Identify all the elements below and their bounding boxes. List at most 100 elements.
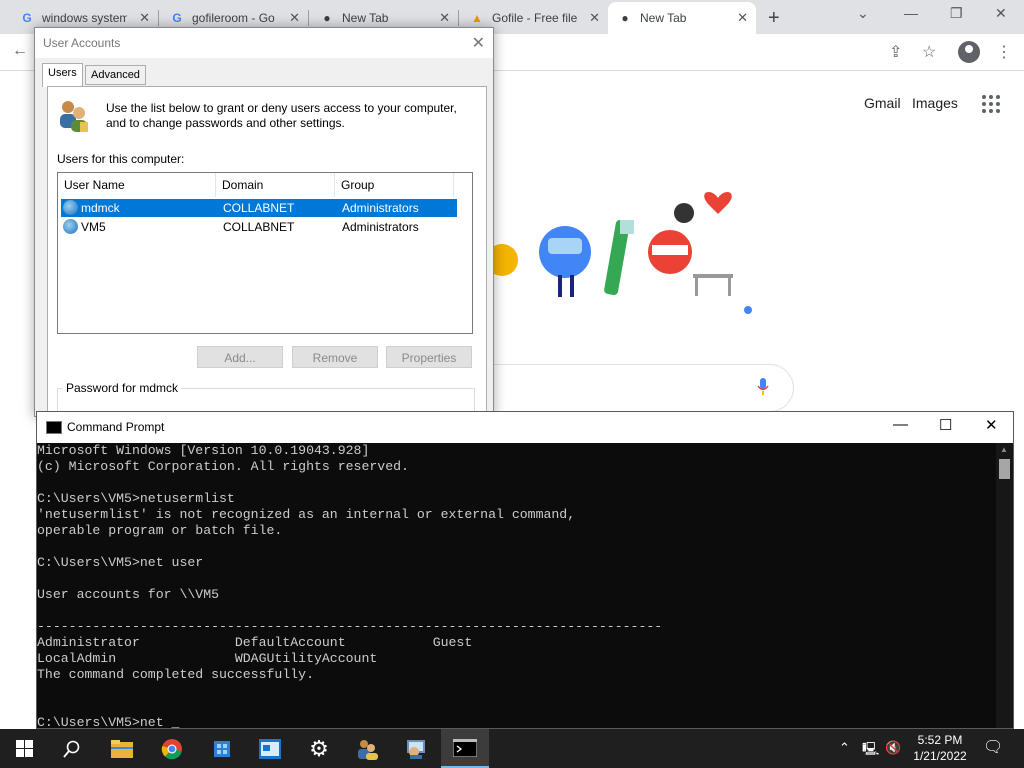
console-output[interactable]: Microsoft Windows [Version 10.0.19043.92… <box>37 443 997 728</box>
bookmark-star-icon[interactable]: ☆ <box>922 42 936 62</box>
users-group-icon <box>60 101 88 132</box>
share-icon[interactable]: ⇪ <box>889 42 902 62</box>
maximize-icon[interactable]: ☐ <box>939 416 952 434</box>
show-hidden-icons-icon[interactable]: ⌃ <box>839 740 850 756</box>
control-panel-icon <box>259 738 281 759</box>
console-line: Administrator DefaultAccount Guest <box>37 635 473 650</box>
tab-advanced[interactable]: Advanced <box>85 65 146 85</box>
close-tab-icon[interactable]: ✕ <box>139 10 150 26</box>
volume-muted-icon[interactable]: 🔇 <box>885 740 901 756</box>
cmd-titlebar[interactable]: Command Prompt — ☐ ✕ <box>37 412 1013 443</box>
windows-taskbar: ⚙ ⌃ 🖳 🔇 5:52 PM 1/21/2022 🗨 <box>0 729 1024 768</box>
console-scrollbar[interactable]: ▲ <box>996 443 1013 728</box>
cmd-title: Command Prompt <box>67 420 165 434</box>
menu-kebab-icon[interactable]: ⋮ <box>996 42 1012 62</box>
gofile-icon: ▲ <box>471 11 483 25</box>
back-icon[interactable]: ← <box>12 42 28 60</box>
search-icon <box>63 740 80 758</box>
taskbar-search-button[interactable] <box>48 729 96 768</box>
cell-domain: COLLABNET <box>223 201 295 215</box>
console-line: (c) Microsoft Corporation. All rights re… <box>37 459 409 474</box>
taskbar-settings[interactable]: ⚙ <box>295 729 343 768</box>
column-header-username[interactable]: User Name <box>58 173 216 197</box>
user-accounts-dialog: User Accounts ✕ Users Advanced Use the l… <box>34 27 494 426</box>
taskbar-control-panel[interactable] <box>246 729 294 768</box>
column-header-group[interactable]: Group <box>335 173 454 197</box>
restore-icon[interactable]: ❐ <box>950 5 963 22</box>
tab-separator <box>158 10 159 26</box>
command-prompt-icon <box>46 421 62 434</box>
tab-title: windows system <box>42 11 127 25</box>
close-icon[interactable]: ✕ <box>472 33 485 53</box>
taskbar-computer-management[interactable] <box>392 729 440 768</box>
notifications-icon[interactable]: 🗨 <box>983 737 1003 757</box>
column-header-domain[interactable]: Domain <box>216 173 335 197</box>
password-group-label: Password for mdmck <box>63 381 182 395</box>
cell-domain: COLLABNET <box>223 220 295 234</box>
tab-users[interactable]: Users <box>42 63 83 87</box>
add-button[interactable]: Add... <box>197 346 283 368</box>
close-tab-icon[interactable]: ✕ <box>439 10 450 26</box>
intro-text: Use the list below to grant or deny user… <box>106 101 457 130</box>
minimize-icon[interactable]: — <box>893 416 908 433</box>
browser-tab-5[interactable]: ● New Tab ✕ <box>608 2 756 34</box>
start-button[interactable] <box>0 729 48 768</box>
clock-time: 5:52 PM <box>917 733 963 747</box>
taskbar-network-app[interactable] <box>198 729 246 768</box>
profile-avatar-icon[interactable] <box>958 41 980 63</box>
close-window-icon[interactable]: ✕ <box>995 5 1007 22</box>
dialog-titlebar[interactable]: User Accounts ✕ <box>35 28 493 58</box>
users-list-label: Users for this computer: <box>57 152 185 166</box>
taskbar-command-prompt[interactable] <box>441 729 489 768</box>
taskbar-chrome[interactable] <box>148 729 196 768</box>
console-line: 'netusermlist' is not recognized as an i… <box>37 507 576 522</box>
chrome-icon: ● <box>621 11 629 25</box>
chrome-icon <box>161 738 182 759</box>
google-search-box[interactable] <box>470 364 794 412</box>
scroll-up-icon[interactable]: ▲ <box>1000 445 1008 454</box>
network-status-icon[interactable]: 🖳 <box>862 740 879 762</box>
close-tab-icon[interactable]: ✕ <box>289 10 300 26</box>
console-line: C:\Users\VM5>net user <box>37 555 204 570</box>
user-accounts-icon <box>358 739 378 760</box>
user-icon <box>63 219 78 234</box>
system-clock[interactable]: 5:52 PM 1/21/2022 <box>910 732 970 764</box>
console-line: The command completed successfully. <box>37 667 314 682</box>
tab-users-label: Users <box>48 67 77 79</box>
taskbar-file-explorer[interactable] <box>98 729 146 768</box>
tab-title: Gofile - Free file <box>492 11 577 25</box>
google-apps-icon[interactable] <box>982 95 1000 113</box>
close-icon[interactable]: ✕ <box>985 416 998 434</box>
tab-separator <box>308 10 309 26</box>
new-tab-icon[interactable]: + <box>768 7 780 30</box>
tab-search-icon[interactable]: ⌄ <box>857 5 869 22</box>
minimize-icon[interactable]: — <box>904 5 918 21</box>
taskbar-user-accounts[interactable] <box>343 729 391 768</box>
remove-button[interactable]: Remove <box>292 346 378 368</box>
google-g-icon: G <box>172 11 182 25</box>
console-line: operable program or batch file. <box>37 523 283 538</box>
tab-title: New Tab <box>342 11 389 25</box>
images-link[interactable]: Images <box>912 95 958 111</box>
gmail-link[interactable]: Gmail <box>864 95 901 111</box>
cell-username: VM5 <box>81 220 106 234</box>
computer-management-icon <box>407 739 425 759</box>
properties-button[interactable]: Properties <box>386 346 472 368</box>
user-icon <box>63 200 78 215</box>
microphone-icon[interactable] <box>757 378 769 396</box>
file-explorer-icon <box>111 739 133 758</box>
cell-username: mdmck <box>81 201 120 215</box>
tab-separator <box>458 10 459 26</box>
tab-advanced-label: Advanced <box>91 69 140 81</box>
close-tab-icon[interactable]: ✕ <box>737 10 748 26</box>
scroll-thumb[interactable] <box>999 459 1010 479</box>
users-listview[interactable]: User Name Domain Group mdmck COLLABNET A… <box>57 172 473 334</box>
google-doodle[interactable] <box>490 190 770 330</box>
close-tab-icon[interactable]: ✕ <box>589 10 600 26</box>
dialog-title: User Accounts <box>43 36 121 50</box>
start-icon <box>15 740 33 757</box>
table-row[interactable]: mdmck COLLABNET Administrators <box>61 199 457 217</box>
command-prompt-icon <box>453 738 477 757</box>
table-row[interactable]: VM5 COLLABNET Administrators <box>61 218 457 236</box>
console-line: ----------------------------------------… <box>37 619 663 634</box>
